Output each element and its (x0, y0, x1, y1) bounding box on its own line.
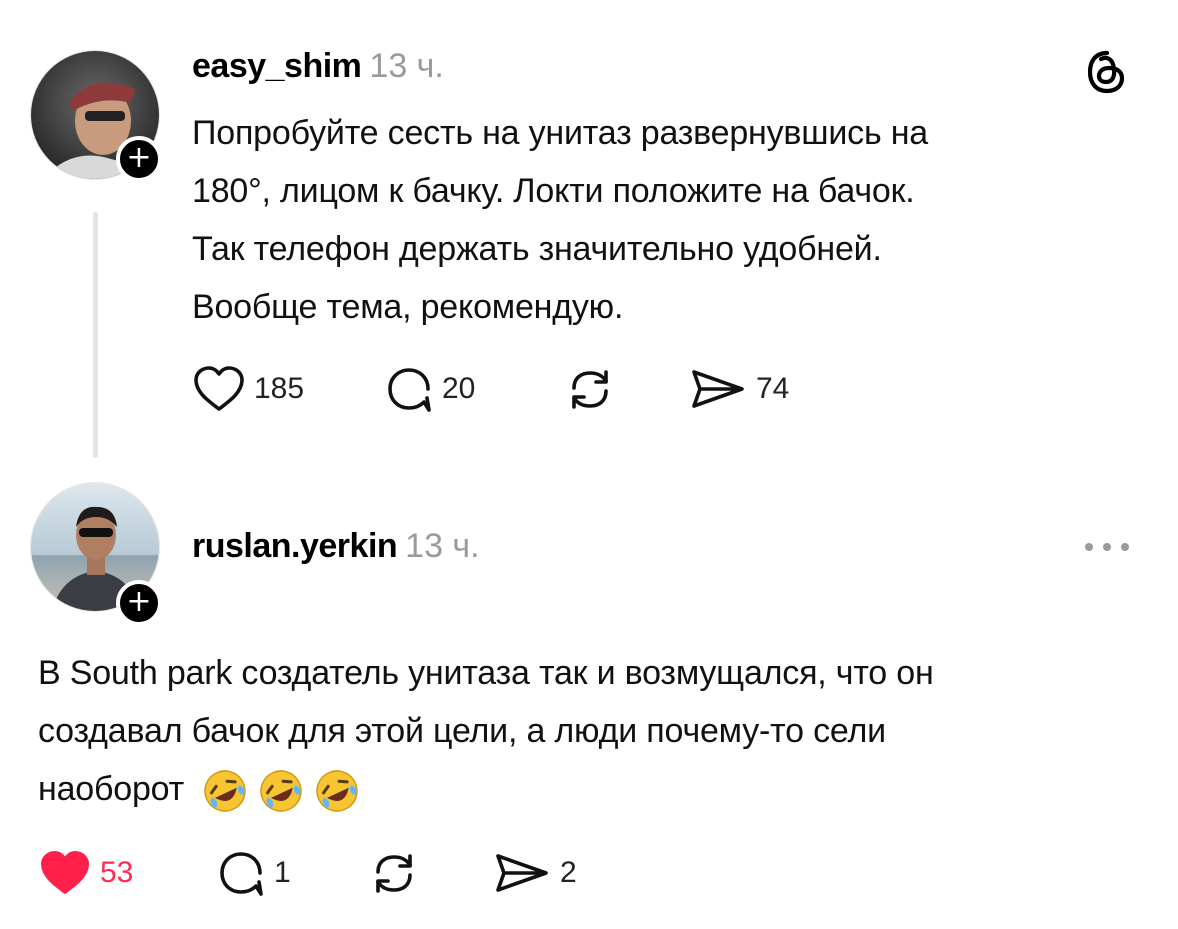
like-button[interactable]: 185 (192, 364, 384, 414)
share-button[interactable]: 74 (688, 364, 789, 414)
repost-icon (572, 370, 608, 409)
post-time: 13 ч. (369, 47, 444, 85)
thread-connector-line (93, 212, 98, 458)
rolling-laughing-emoji-icon (260, 770, 303, 812)
repost-icon (376, 854, 412, 893)
post-text-line: 180°, лицом к бачку. Локти положите на б… (192, 172, 915, 210)
send-icon (692, 370, 744, 408)
follow-plus-icon[interactable]: + (116, 136, 162, 182)
post-text-line: Так телефон держать значительно удобней. (192, 230, 882, 268)
post-text-line: Вообще тема, рекомендую. (192, 288, 624, 326)
share-button[interactable]: 2 (492, 848, 577, 898)
comment-bubble-icon (220, 852, 263, 896)
post-body: В South park создатель унитаза так и воз… (38, 644, 934, 818)
post-actions: 53 1 2 (38, 848, 577, 898)
post-text-line-with-emoji: наоборот (38, 760, 934, 818)
post-username-line: ruslan.yerkin 13 ч. (192, 527, 480, 566)
post-text-line: наоборот (38, 770, 185, 808)
avatar-ruslan-yerkin[interactable]: + (30, 482, 162, 626)
post-time: 13 ч. (405, 527, 480, 565)
post-body: Попробуйте сесть на унитаз развернувшись… (192, 104, 928, 336)
emoji-row (201, 767, 361, 815)
like-button[interactable]: 53 (38, 848, 216, 898)
username[interactable]: easy_shim (192, 47, 362, 85)
rolling-laughing-emoji-icon (316, 770, 359, 812)
reply-button[interactable]: 20 (384, 364, 562, 414)
post-2: + ruslan.yerkin 13 ч. В South park создат… (0, 470, 1178, 929)
like-count: 53 (100, 856, 134, 889)
heart-filled-icon (41, 851, 89, 894)
post-1: + easy_shim 13 ч. Попробуйте сесть на уни… (0, 0, 1178, 470)
follow-plus-icon[interactable]: + (116, 580, 162, 626)
share-count: 74 (756, 372, 790, 405)
reply-count: 20 (442, 372, 476, 405)
share-count: 2 (560, 856, 577, 889)
send-icon (496, 854, 548, 892)
repost-button[interactable] (562, 364, 688, 414)
rolling-laughing-emoji-icon (204, 770, 247, 812)
post-actions: 185 20 74 (192, 364, 789, 414)
post-text-line: Попробуйте сесть на унитаз развернувшись… (192, 114, 929, 152)
comment-bubble-icon (388, 368, 431, 412)
like-count: 185 (254, 372, 305, 405)
post-text-line: В South park создатель унитаза так и воз… (38, 654, 934, 692)
post-username-line: easy_shim 13 ч. (192, 47, 444, 86)
reply-count: 1 (274, 856, 291, 889)
username[interactable]: ruslan.yerkin (192, 527, 398, 565)
reply-button[interactable]: 1 (216, 848, 366, 898)
more-dots-icon[interactable] (1082, 540, 1132, 554)
avatar-easy-shim[interactable]: + (30, 50, 162, 182)
threads-logo-icon[interactable] (1084, 47, 1130, 97)
heart-icon (194, 366, 244, 411)
post-text-line: создавал бачок для этой цели, а люди поч… (38, 712, 886, 750)
repost-button[interactable] (366, 848, 492, 898)
